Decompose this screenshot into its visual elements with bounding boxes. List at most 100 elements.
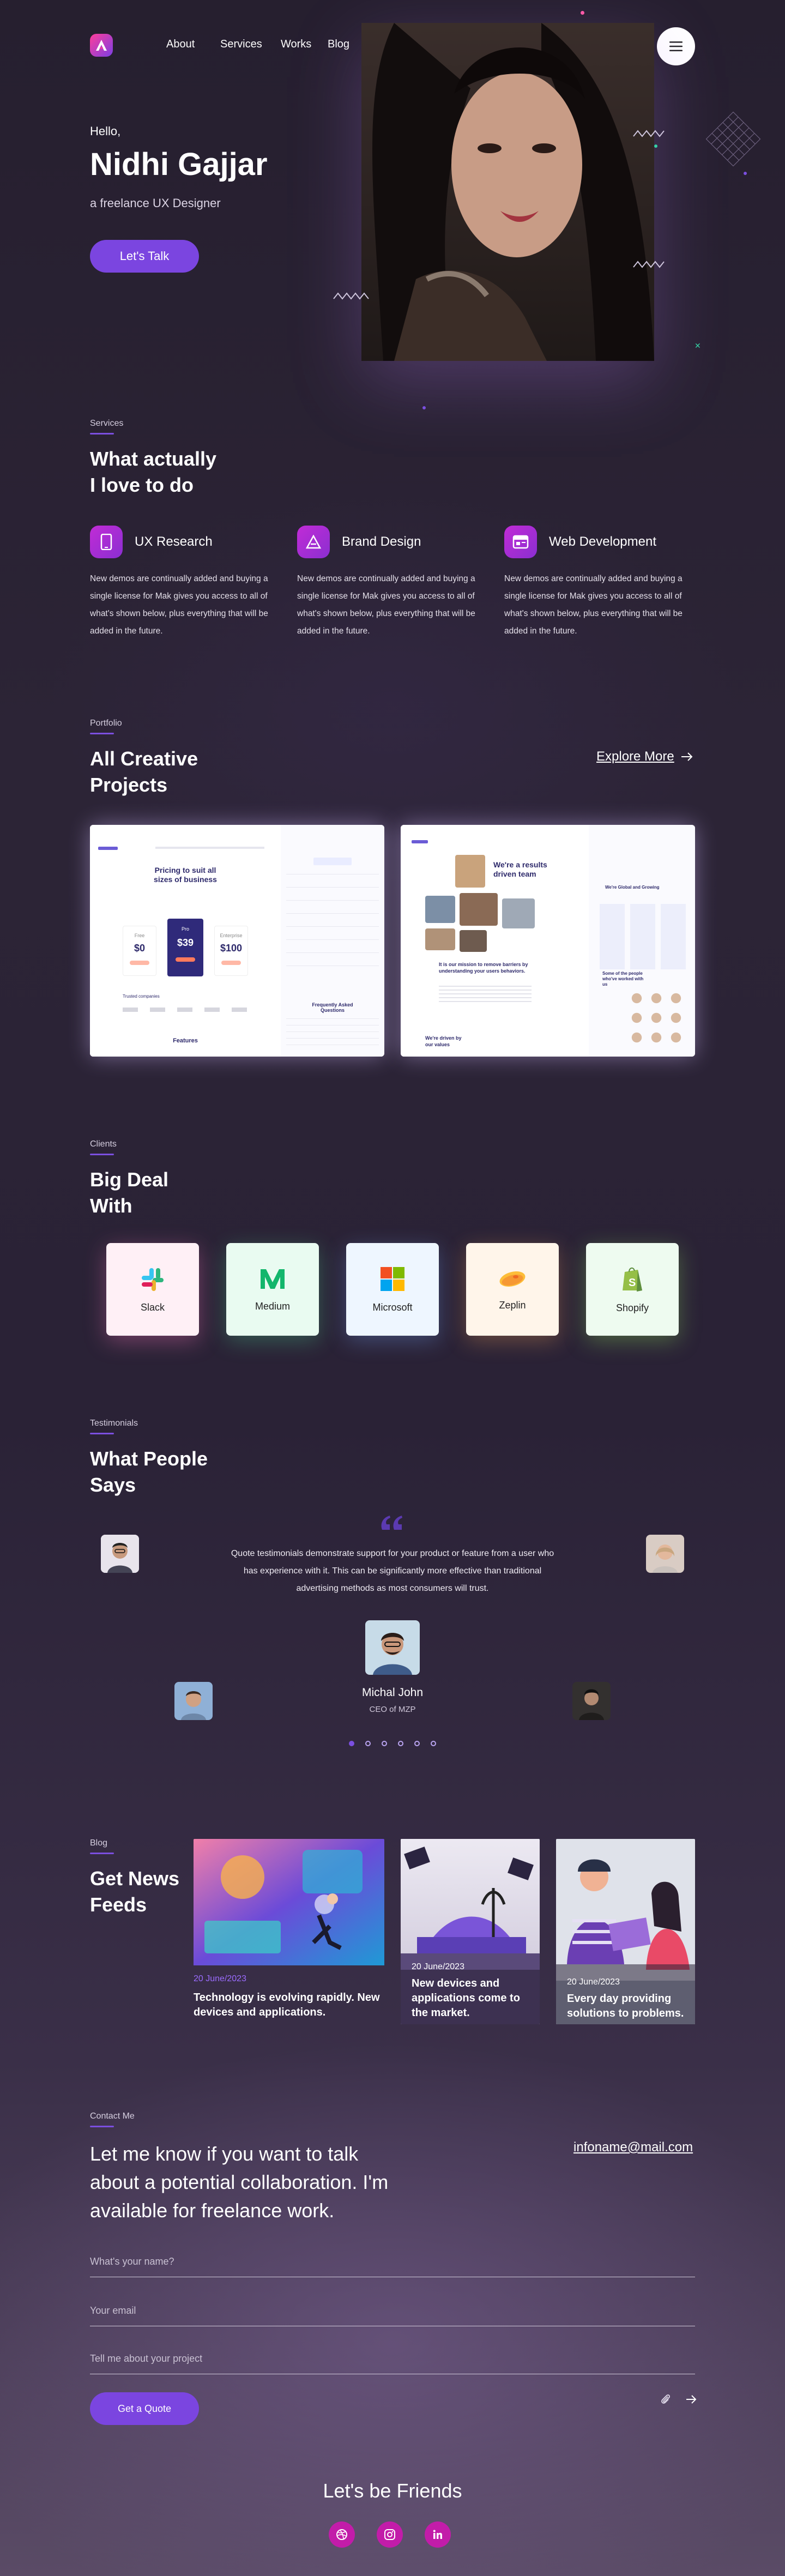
reviewer-avatar[interactable] [572,1682,611,1720]
squiggle-decoration-right [633,130,665,137]
blog-image [194,1839,384,1965]
shopify-icon: S [623,1267,642,1292]
accent-line [90,2126,114,2127]
preview-logos [123,1008,253,1012]
reviewer-avatar[interactable] [174,1682,213,1720]
heading-line: Says [90,1474,136,1496]
explore-more-link[interactable]: Explore More [596,749,693,764]
lets-talk-button[interactable]: Let's Talk [90,240,199,273]
contact-email-link[interactable]: infoname@mail.com [573,2140,693,2155]
squiggle-decoration [333,292,369,300]
service-title: UX Research [135,534,213,549]
client-name: Slack [140,1301,165,1313]
heading-line: With [90,1195,132,1217]
medium-icon [261,1269,285,1289]
menu-button[interactable] [657,27,695,65]
preview-photo [425,928,455,950]
dot-decoration [422,406,426,409]
blog-card[interactable]: 20 June/2023 New devices and application… [401,1839,540,2024]
preview-tier-enterprise: Enterprise $100 [214,926,248,976]
project-field[interactable] [90,2343,695,2374]
accent-line [90,1853,114,1854]
nav-works[interactable]: Works [281,38,311,51]
social-links [329,2521,451,2548]
hero-name: Nidhi Gajjar [90,147,268,182]
service-title: Brand Design [342,534,421,549]
preview-headline: Pricing to suit all sizes of business [154,866,217,884]
project-card-pricing[interactable]: Pricing to suit all sizes of business Fr… [90,825,384,1057]
client-name: Shopify [615,1302,649,1313]
service-web-development: Web Development [504,526,656,558]
instagram-link[interactable] [377,2521,403,2548]
pricing-page-preview: Pricing to suit all sizes of business Fr… [90,825,281,1057]
blog-eyebrow: Blog [90,1838,108,1848]
contact-eyebrow: Contact Me [90,2112,135,2121]
pagination-dot[interactable] [414,1741,420,1746]
site-logo[interactable] [90,34,113,57]
paperclip-icon[interactable] [660,2393,672,2405]
testimonials-eyebrow: Testimonials [90,1419,138,1428]
explore-more-label: Explore More [596,749,674,764]
service-ux-research: UX Research [90,526,213,558]
pagination-dot[interactable] [365,1741,371,1746]
accent-line [90,1154,114,1155]
dribbble-link[interactable] [329,2521,355,2548]
get-quote-button[interactable]: Get a Quote [90,2392,199,2425]
microsoft-icon [381,1266,404,1291]
blog-date: 20 June/2023 [412,1962,464,1971]
dot-decoration [581,11,584,15]
tier-name: Enterprise [220,933,243,938]
preview-global: We're Global and Growing [605,885,660,890]
nav-about[interactable]: About [166,38,195,51]
service-title: Web Development [549,534,656,549]
client-shopify[interactable]: S Shopify [586,1243,679,1336]
tier-price: $39 [177,937,194,948]
preview-faq: Frequently Asked Questions [312,1002,353,1013]
pagination-dot[interactable] [382,1741,387,1746]
preview-faq-list [286,1018,379,1051]
pagination-dot[interactable] [431,1741,436,1746]
preview-nav [155,847,264,849]
triangle-logo-icon [297,526,330,558]
tier-button [130,961,149,965]
blog-card[interactable]: 20 June/2023 Every day providing solutio… [556,1839,695,2024]
dribbble-icon [336,2529,347,2540]
preview-tier-pro: Pro $39 [167,919,203,976]
client-zeplin[interactable]: Zeplin [466,1243,559,1336]
tier-name: Pro [181,926,189,932]
reviewer-avatar[interactable] [646,1535,684,1573]
pagination-dot[interactable] [398,1741,403,1746]
services-heading: What actually I love to do [90,446,216,498]
nav-blog[interactable]: Blog [328,38,349,51]
author-avatar[interactable] [365,1620,420,1675]
pagination-dot-active[interactable] [349,1741,354,1746]
portfolio-heading: All Creative Projects [90,746,198,798]
heading-line: What People [90,1447,208,1470]
heading-line: All Creative [90,747,198,770]
sparkle-decoration: ✕ [695,341,701,350]
preview-trusted: Trusted companies [123,994,160,999]
preview-logo [98,847,118,850]
client-slack[interactable]: Slack [106,1243,199,1336]
preview-photo [460,930,487,952]
preview-headline: We're a results driven team [493,860,547,878]
name-field[interactable] [90,2246,695,2277]
client-microsoft[interactable]: Microsoft [346,1243,439,1336]
email-field[interactable] [90,2295,695,2326]
send-arrow-icon[interactable] [686,2394,697,2404]
blog-card[interactable]: 20 June/2023 Technology is evolving rapi… [194,1839,384,2024]
client-name: Zeplin [499,1299,526,1311]
accent-line [90,433,114,435]
blog-title: Every day providing solutions to problem… [567,1993,684,2019]
reviewer-avatar[interactable] [101,1535,139,1573]
client-medium[interactable]: Medium [226,1243,319,1336]
logo-icon [96,40,107,51]
tier-button [176,957,195,962]
preview-text-lines [439,986,532,1002]
heading-line: Feeds [90,1893,147,1916]
project-card-team[interactable]: We're a results driven team It is our mi… [401,825,695,1057]
nav-services[interactable]: Services [220,38,262,51]
heading-line: Big Deal [90,1168,169,1191]
linkedin-link[interactable] [425,2521,451,2548]
faq-page-preview: Frequently Asked Questions [281,825,384,1057]
